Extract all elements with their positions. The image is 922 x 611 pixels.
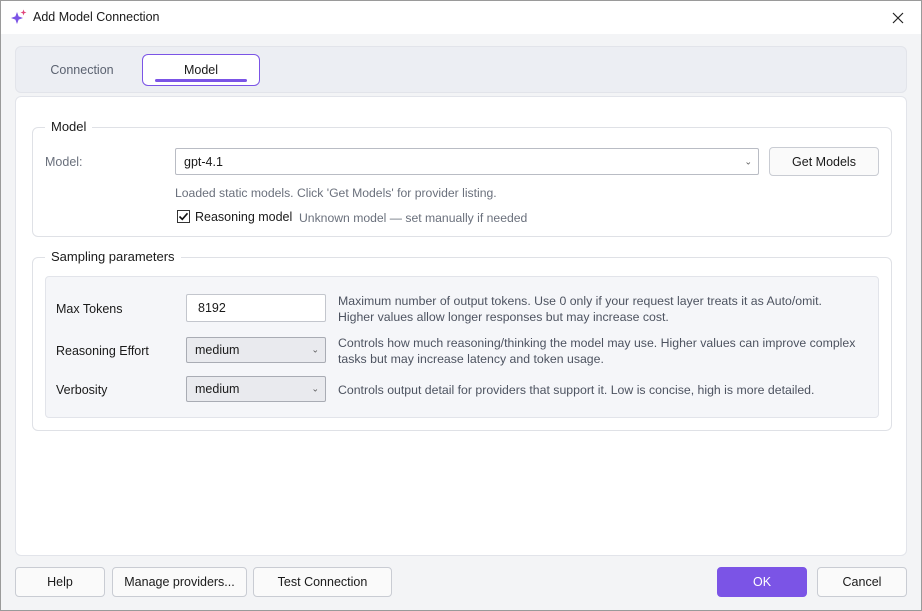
title-bar: Add Model Connection: [1, 1, 921, 34]
chevron-down-icon: ⌄: [311, 344, 319, 355]
model-group: Model Model: gpt-4.1 ⌄ Get Models Loaded…: [32, 119, 892, 237]
model-combobox-value: gpt-4.1: [184, 154, 223, 169]
reasoning-effort-value: medium: [195, 343, 240, 357]
reasoning-model-label[interactable]: Reasoning model: [195, 210, 292, 224]
cancel-label: Cancel: [842, 575, 882, 589]
reasoning-effort-desc-1: Controls how much reasoning/thinking the…: [338, 336, 856, 350]
help-label: Help: [47, 575, 73, 589]
reasoning-model-note: Unknown model — set manually if needed: [299, 211, 528, 225]
max-tokens-value: 8192: [198, 301, 226, 315]
verbosity-label: Verbosity: [56, 383, 108, 397]
test-connection-label: Test Connection: [277, 575, 368, 589]
sampling-group-title: Sampling parameters: [45, 249, 181, 264]
max-tokens-label: Max Tokens: [56, 302, 123, 316]
tab-model[interactable]: Model: [142, 54, 260, 86]
tab-connection-label: Connection: [50, 63, 114, 77]
chevron-down-icon: ⌄: [311, 383, 319, 394]
sampling-panel: Max Tokens 8192 Maximum number of output…: [45, 276, 879, 418]
manage-providers-label: Manage providers...: [124, 575, 235, 589]
model-combobox[interactable]: gpt-4.1 ⌄: [175, 148, 759, 175]
max-tokens-desc-2: Higher values allow longer responses but…: [338, 310, 669, 324]
tab-connection[interactable]: Connection: [32, 54, 132, 86]
reasoning-model-checkbox[interactable]: [177, 210, 190, 223]
test-connection-button[interactable]: Test Connection: [253, 567, 392, 597]
ok-button[interactable]: OK: [717, 567, 807, 597]
model-hint: Loaded static models. Click 'Get Models'…: [175, 186, 497, 200]
verbosity-desc: Controls output detail for providers tha…: [338, 383, 815, 397]
get-models-button[interactable]: Get Models: [769, 147, 879, 176]
chevron-down-icon: ⌄: [744, 156, 752, 166]
tab-model-label: Model: [183, 63, 219, 77]
model-label: Model:: [45, 155, 83, 169]
model-group-title: Model: [45, 119, 93, 134]
tab-content-panel: Model Model: gpt-4.1 ⌄ Get Models Loaded…: [15, 96, 907, 556]
ok-label: OK: [752, 575, 772, 589]
help-button[interactable]: Help: [15, 567, 105, 597]
close-button[interactable]: [875, 1, 921, 34]
sampling-group: Sampling parameters Max Tokens 8192 Maxi…: [32, 249, 892, 431]
max-tokens-desc-1: Maximum number of output tokens. Use 0 o…: [338, 294, 822, 308]
verbosity-select[interactable]: medium ⌄: [186, 376, 326, 402]
get-models-label: Get Models: [792, 154, 856, 169]
window-title: Add Model Connection: [33, 10, 160, 24]
sparkle-icon: [11, 9, 27, 25]
max-tokens-input[interactable]: 8192: [186, 294, 326, 322]
cancel-button[interactable]: Cancel: [817, 567, 907, 597]
reasoning-effort-select[interactable]: medium ⌄: [186, 337, 326, 363]
active-tab-indicator: [155, 79, 247, 82]
manage-providers-button[interactable]: Manage providers...: [112, 567, 247, 597]
reasoning-effort-label: Reasoning Effort: [56, 344, 149, 358]
verbosity-value: medium: [195, 382, 240, 396]
dialog-window: Add Model Connection Connection Model Mo…: [0, 0, 922, 611]
checkmark-icon: [178, 212, 189, 221]
close-icon: [892, 12, 904, 23]
tab-bar: Connection Model: [15, 46, 907, 93]
reasoning-effort-desc-2: tasks but may increase latency and token…: [338, 352, 604, 366]
